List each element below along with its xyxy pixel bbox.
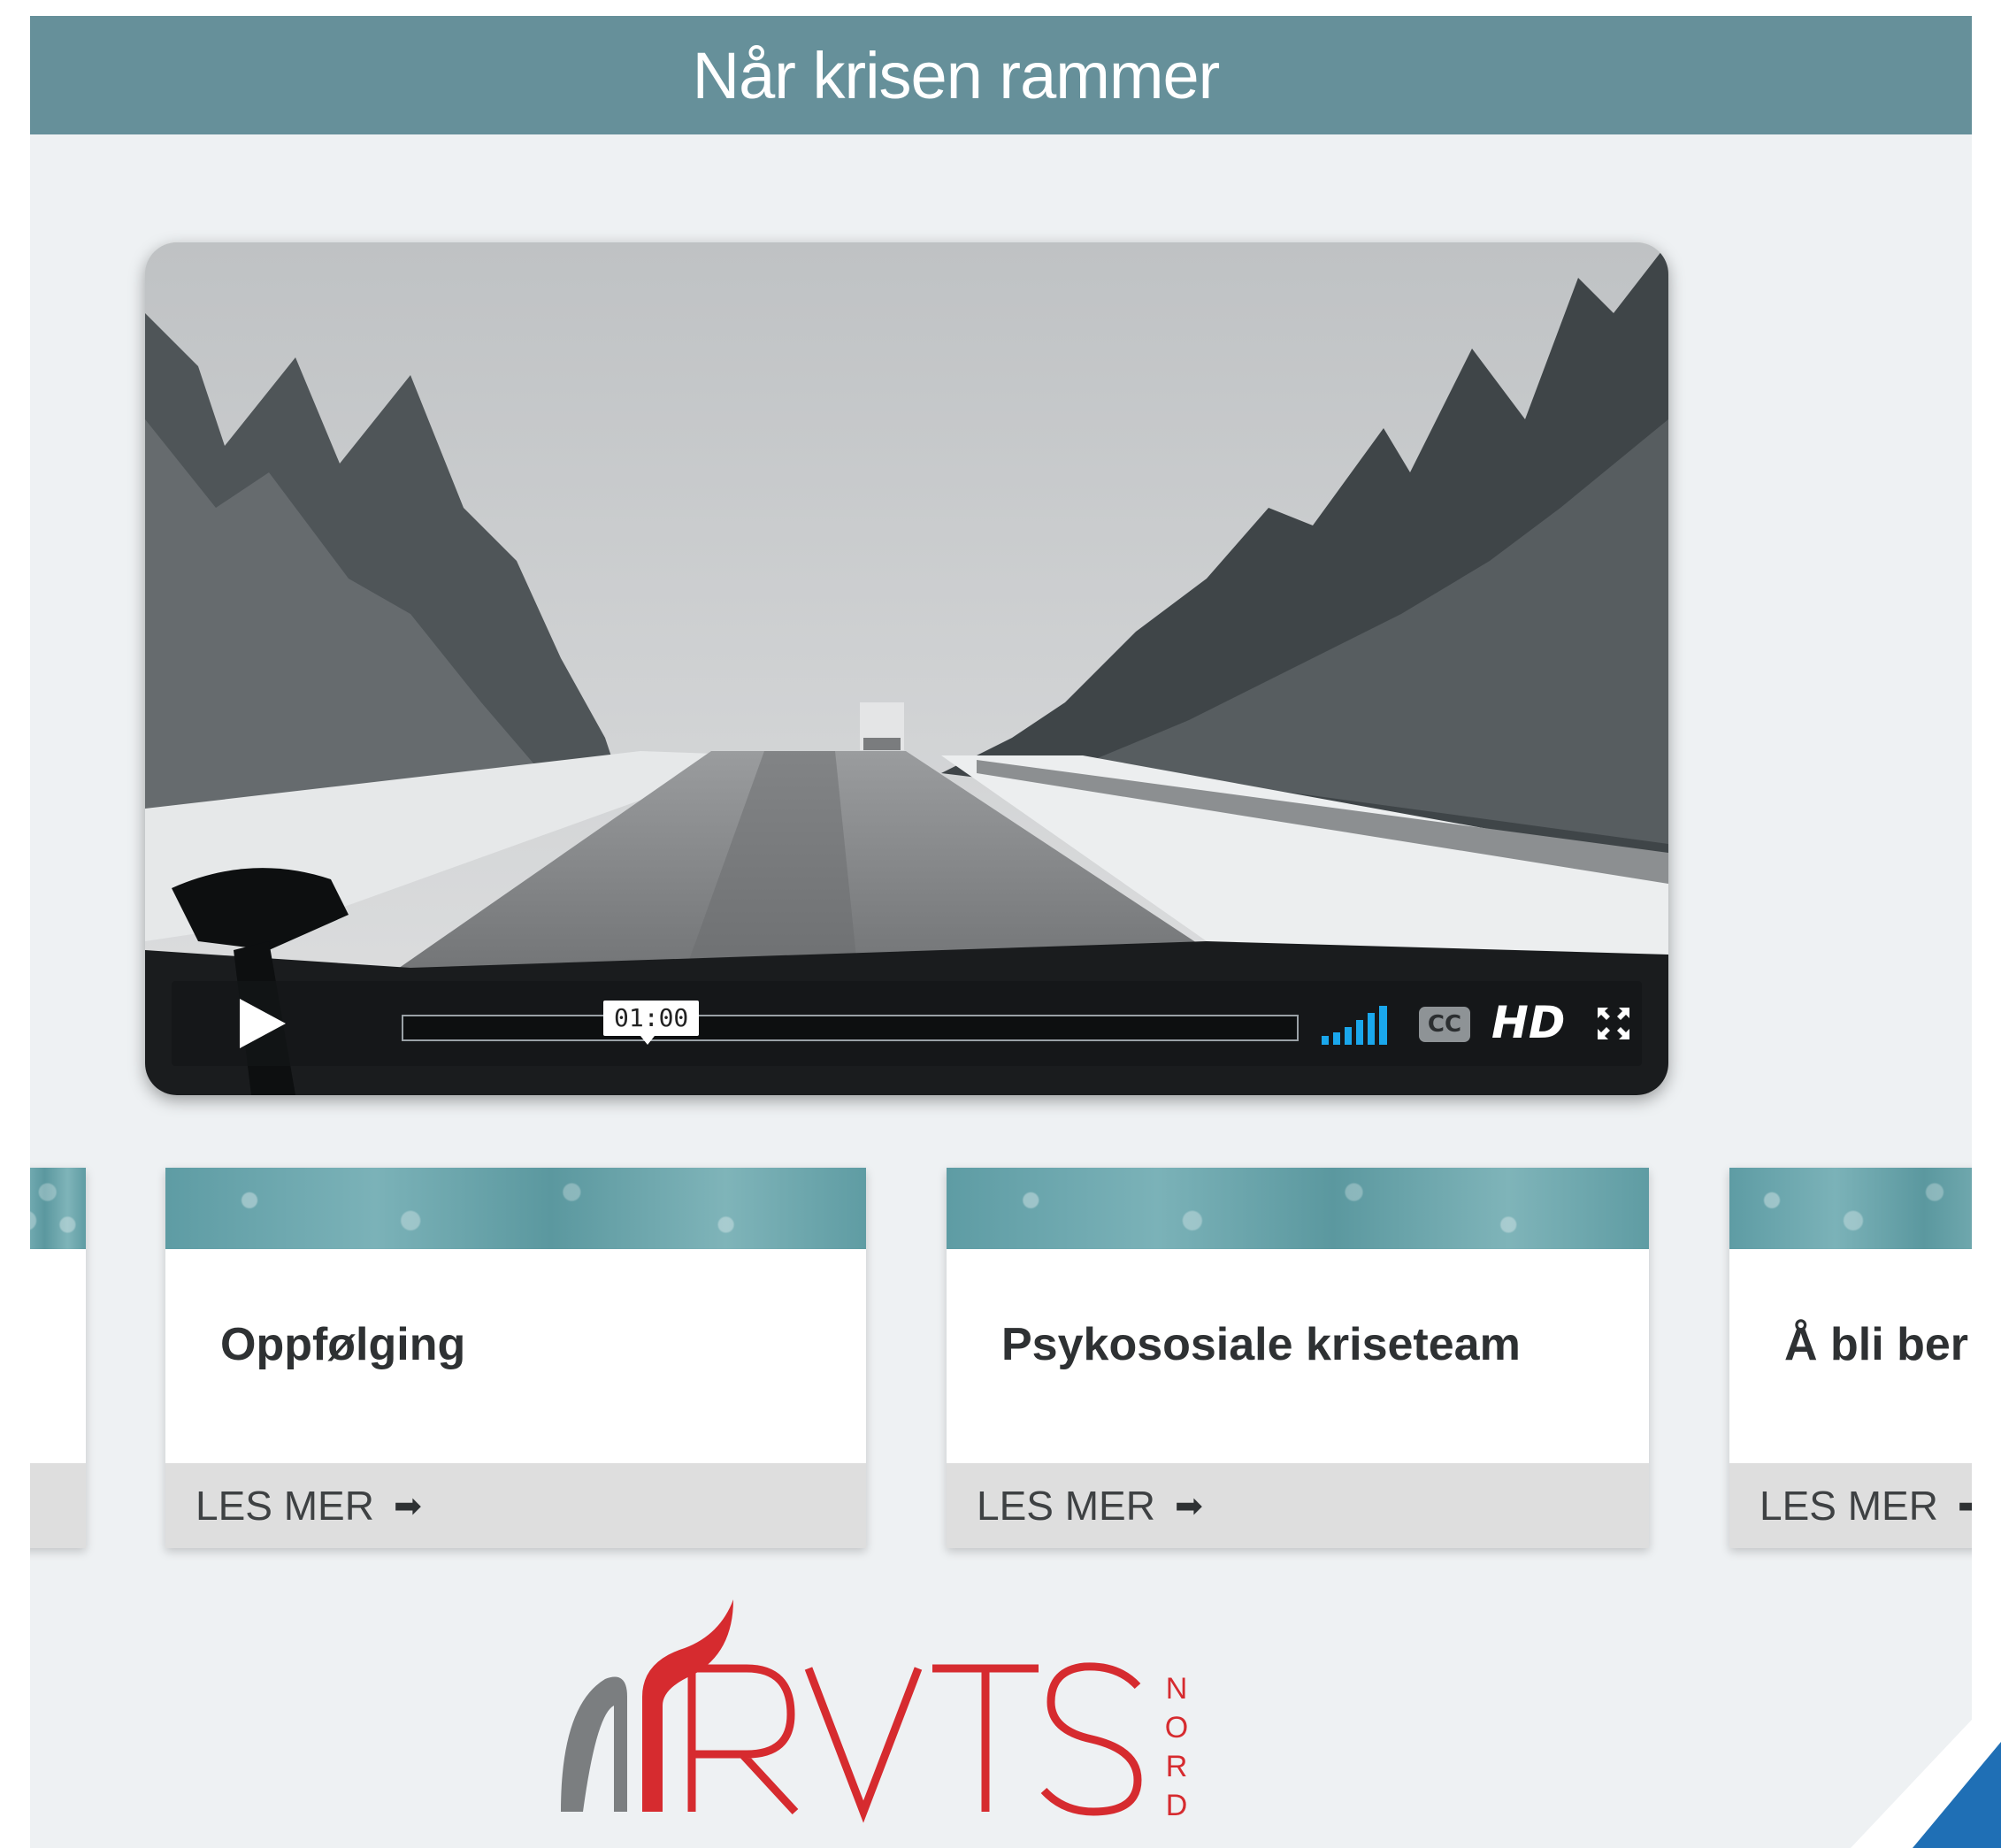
read-more-link[interactable]: LES MER ➡ (977, 1482, 1203, 1530)
read-more-label: LES MER (977, 1483, 1155, 1529)
card-banner (30, 1168, 86, 1249)
page-header: Når krisen rammer (30, 16, 1972, 134)
play-button[interactable] (172, 981, 349, 1066)
card-banner (1729, 1168, 1972, 1249)
card-footer (30, 1463, 86, 1548)
volume-icon[interactable] (1322, 1004, 1387, 1045)
play-icon (240, 999, 286, 1048)
progress-bar[interactable]: 01:00 (402, 1001, 1299, 1045)
logo-letter-n: N (1166, 1672, 1188, 1706)
video-frame (145, 242, 1668, 1095)
read-more-link[interactable]: LES MER ➡ (1760, 1482, 1972, 1530)
rvts-nord-logo: N O R D (561, 1599, 1188, 1823)
time-tooltip: 01:00 (603, 1001, 700, 1045)
arrow-right-icon: ➡ (1174, 1487, 1203, 1525)
card-title: Å bli ber (1784, 1319, 1969, 1370)
read-more-label: LES MER (1760, 1483, 1938, 1529)
card-footer: LES MER ➡ (1729, 1463, 1972, 1548)
corner-decoration (1851, 1689, 2001, 1848)
card-banner (947, 1168, 1649, 1249)
closed-captions-button[interactable]: CC (1419, 1007, 1470, 1042)
video-controls: 01:00 CC HD (172, 981, 1642, 1066)
card-a-bli-ber[interactable]: Å bli ber LES MER ➡ (1729, 1168, 1972, 1548)
arrow-right-icon: ➡ (1957, 1487, 1972, 1525)
card-banner (165, 1168, 866, 1249)
read-more-link[interactable]: LES MER ➡ (196, 1482, 422, 1530)
logo-letter-o: O (1165, 1711, 1188, 1744)
card-psykososiale-kriseteam[interactable]: Psykososiale kriseteam LES MER ➡ (947, 1168, 1649, 1548)
logo-letter-d: D (1166, 1789, 1188, 1822)
page: Når krisen rammer 01:00 CC HD Oppfølging… (30, 16, 1972, 1848)
card-partial-left[interactable] (30, 1168, 86, 1548)
hd-button[interactable]: HD (1491, 993, 1565, 1052)
arrow-right-icon: ➡ (393, 1487, 422, 1525)
fullscreen-icon[interactable] (1596, 1006, 1631, 1041)
video-player[interactable]: 01:00 CC HD (145, 242, 1668, 1095)
page-title: Når krisen rammer (692, 38, 1221, 112)
card-title: Psykososiale kriseteam (1001, 1319, 1521, 1370)
card-oppfolging[interactable]: Oppfølging LES MER ➡ (165, 1168, 866, 1548)
logo-letter-r: R (1166, 1750, 1188, 1783)
card-title: Oppfølging (220, 1319, 466, 1370)
read-more-label: LES MER (196, 1483, 374, 1529)
card-footer: LES MER ➡ (947, 1463, 1649, 1548)
card-footer: LES MER ➡ (165, 1463, 866, 1548)
